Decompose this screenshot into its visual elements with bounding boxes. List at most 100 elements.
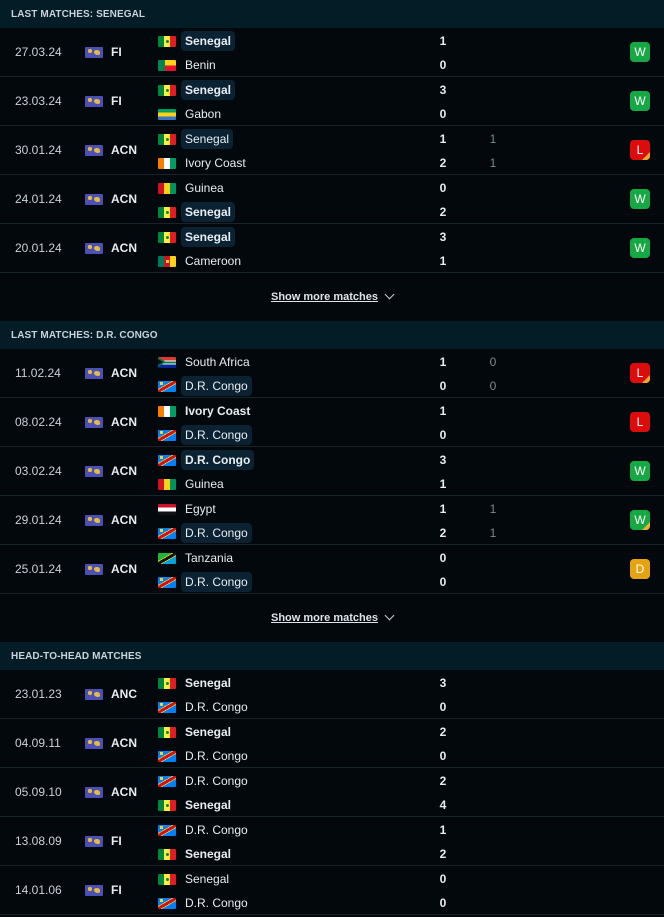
competition: FI: [85, 817, 122, 865]
match-date: 05.09.10: [15, 785, 62, 799]
away-score: 0: [439, 428, 447, 442]
away-team-name: Ivory Coast: [185, 156, 246, 170]
home-team-name: Senegal: [185, 676, 232, 690]
competition-name: ACN: [111, 143, 137, 157]
match-row[interactable]: 04.09.11 ACN Senegal D.R. Congo 2 0: [0, 719, 664, 768]
match-row[interactable]: 05.09.10 ACN D.R. Congo Senegal 2 4: [0, 768, 664, 817]
home-score: 3: [439, 83, 447, 97]
away-subscore: 1: [489, 156, 497, 170]
world-icon: [85, 786, 103, 798]
guinea-flag-icon: [158, 182, 176, 194]
away-team-name: D.R. Congo: [181, 523, 252, 543]
away-team: D.R. Congo: [158, 696, 252, 718]
home-team: D.R. Congo: [158, 819, 252, 841]
home-subscore: [488, 226, 498, 248]
away-team: D.R. Congo: [158, 522, 252, 544]
match-date: 11.02.24: [15, 366, 61, 380]
chevron-down-icon[interactable]: [384, 610, 395, 621]
world-icon: [85, 193, 103, 205]
away-subscore: [488, 843, 498, 865]
home-subscore: [488, 547, 498, 569]
away-score: 0: [439, 749, 447, 763]
matches-section-1: LAST MATCHES: D.R. CONGO 11.02.24 ACN So…: [0, 321, 664, 642]
away-team-name: Senegal: [181, 202, 236, 222]
home-team: Ivory Coast: [158, 400, 254, 422]
result-label: W: [634, 241, 646, 255]
ivory-coast-flag-icon: [158, 405, 176, 417]
away-team: Gabon: [158, 103, 225, 125]
match-date: 30.01.24: [15, 143, 62, 157]
away-subscore: [488, 892, 498, 914]
match-row[interactable]: 27.03.24 FI Senegal Benin 1 0 W: [0, 28, 664, 77]
home-score: 0: [439, 872, 447, 886]
show-more-matches-link[interactable]: Show more matches: [271, 612, 378, 624]
world-icon: [85, 465, 103, 477]
match-date: 23.01.23: [15, 687, 62, 701]
match-row[interactable]: 08.02.24 ACN Ivory Coast D.R. Congo 1 0 …: [0, 398, 664, 447]
competition-name: FI: [111, 45, 122, 59]
competition: FI: [85, 866, 122, 914]
away-subscore: [488, 696, 498, 718]
penalties-indicator: [642, 522, 650, 530]
match-date: 20.01.24: [15, 241, 62, 255]
home-subscore: [488, 449, 498, 471]
away-score: 0: [439, 107, 447, 121]
world-icon: [85, 737, 103, 749]
result-badge: L: [630, 140, 650, 160]
dr-congo-flag-icon: [158, 380, 176, 392]
home-score: 1: [439, 502, 447, 516]
competition: ACN: [85, 126, 137, 174]
show-more-matches-link[interactable]: Show more matches: [271, 291, 378, 303]
senegal-flag-icon: [158, 677, 176, 689]
match-date: 04.09.11: [15, 736, 61, 750]
match-date: 25.01.24: [15, 562, 62, 576]
away-subscore: [488, 794, 498, 816]
chevron-down-icon[interactable]: [384, 289, 395, 300]
home-team-name: Senegal: [181, 227, 236, 247]
competition-name: FI: [111, 834, 122, 848]
home-team-name: Senegal: [185, 872, 230, 886]
match-row[interactable]: 29.01.24 ACN Egypt D.R. Congo 1 2 1 1 W: [0, 496, 664, 545]
dr-congo-flag-icon: [158, 429, 176, 441]
home-subscore: [488, 721, 498, 743]
competition: ACN: [85, 175, 137, 223]
world-icon: [85, 563, 103, 575]
home-team-name: Senegal: [185, 725, 232, 739]
match-row[interactable]: 03.02.24 ACN D.R. Congo Guinea 3 1 W: [0, 447, 664, 496]
world-icon: [85, 95, 103, 107]
match-row[interactable]: 25.01.24 ACN Tanzania D.R. Congo 0 0 D: [0, 545, 664, 594]
home-score: 1: [439, 355, 447, 369]
match-row[interactable]: 23.03.24 FI Senegal Gabon 3 0 W: [0, 77, 664, 126]
match-date: 08.02.24: [15, 415, 62, 429]
show-more-row: Show more matches: [0, 273, 664, 321]
match-row[interactable]: 23.01.23 ANC Senegal D.R. Congo 3 0: [0, 670, 664, 719]
home-team: Senegal: [158, 128, 234, 150]
match-row[interactable]: 30.01.24 ACN Senegal Ivory Coast 1 2 1 1…: [0, 126, 664, 175]
result-label: W: [634, 192, 646, 206]
match-row[interactable]: 24.01.24 ACN Guinea Senegal 0 2 W: [0, 175, 664, 224]
home-score: 0: [439, 181, 447, 195]
match-row[interactable]: 14.01.06 FI Senegal D.R. Congo 0 0: [0, 866, 664, 915]
home-team: Senegal: [158, 868, 233, 890]
away-score: 1: [439, 477, 447, 491]
home-subscore: [488, 770, 498, 792]
match-list: 11.02.24 ACN South Africa D.R. Congo 1 0…: [0, 349, 664, 594]
home-subscore: [488, 177, 498, 199]
away-team: Ivory Coast: [158, 152, 250, 174]
match-date: 14.01.06: [15, 883, 62, 897]
competition: ACN: [85, 224, 137, 272]
home-score: 2: [439, 725, 447, 739]
match-row[interactable]: 20.01.24 ACN Senegal Cameroon 3 1 W: [0, 224, 664, 273]
away-subscore: [488, 473, 498, 495]
match-row[interactable]: 11.02.24 ACN South Africa D.R. Congo 1 0…: [0, 349, 664, 398]
world-icon: [85, 144, 103, 156]
section-title: LAST MATCHES: D.R. CONGO: [0, 321, 664, 349]
away-team-name: Guinea: [185, 477, 224, 491]
away-team: Benin: [158, 54, 220, 76]
away-team: D.R. Congo: [158, 571, 252, 593]
home-team-name: D.R. Congo: [181, 450, 255, 470]
match-row[interactable]: 13.08.09 FI D.R. Congo Senegal 1 2: [0, 817, 664, 866]
match-list: 23.01.23 ANC Senegal D.R. Congo 3 0 04.0…: [0, 670, 664, 915]
competition: FI: [85, 28, 122, 76]
competition-name: ACN: [111, 785, 137, 799]
